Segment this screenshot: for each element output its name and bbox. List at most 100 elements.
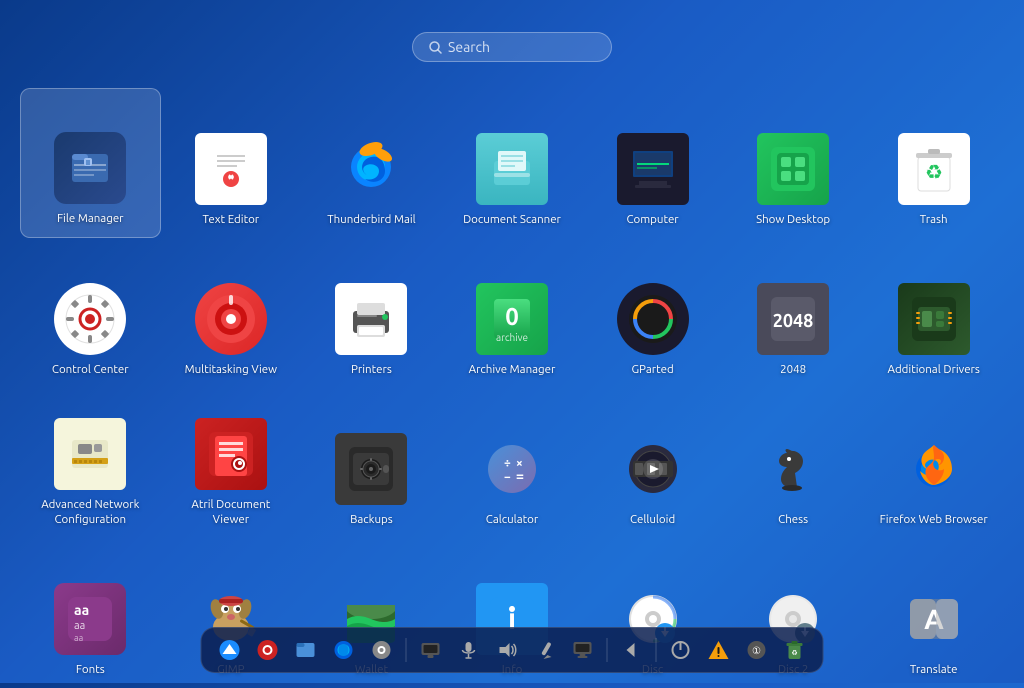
taskbar-warning-icon[interactable] — [703, 634, 735, 666]
printers-label: Printers — [351, 363, 392, 378]
additional-drivers-label: Additional Drivers — [887, 363, 979, 378]
file-manager-icon — [54, 132, 126, 204]
svg-text:archive: archive — [496, 332, 528, 343]
text-editor-icon — [195, 133, 267, 205]
taskbar-screenrecorder-button[interactable] — [252, 634, 284, 666]
2048-label: 2048 — [780, 363, 806, 378]
celluloid-icon — [617, 433, 689, 505]
gparted-icon — [617, 283, 689, 355]
app-document-scanner[interactable]: Document Scanner — [442, 88, 583, 238]
app-backups[interactable]: Backups — [301, 388, 442, 538]
control-center-icon — [54, 283, 126, 355]
gparted-label: GParted — [631, 363, 673, 378]
app-fonts[interactable]: aa aa aa Fonts — [20, 538, 161, 688]
svg-text:♻: ♻ — [791, 649, 797, 657]
app-printers[interactable]: Printers — [301, 238, 442, 388]
file-manager-label: File Manager — [57, 212, 124, 227]
advanced-network-icon — [54, 418, 126, 490]
chess-icon — [757, 433, 829, 505]
text-editor-label: Text Editor — [203, 213, 260, 228]
advanced-network-label: Advanced Network Configuration — [35, 498, 145, 528]
app-additional-drivers[interactable]: Additional Drivers — [863, 238, 1004, 388]
printers-icon — [335, 283, 407, 355]
svg-text:0: 0 — [505, 303, 519, 330]
app-text-editor[interactable]: Text Editor — [161, 88, 302, 238]
taskbar-volume-button[interactable] — [491, 634, 523, 666]
app-thunderbird[interactable]: Thunderbird Mail — [301, 88, 442, 238]
app-multitasking[interactable]: Multitasking View — [161, 238, 302, 388]
app-chess[interactable]: Chess — [723, 388, 864, 538]
celluloid-label: Celluloid — [630, 513, 675, 528]
translate-label: Translate — [910, 663, 958, 678]
taskbar-divider-3 — [656, 638, 657, 662]
document-scanner-label: Document Scanner — [463, 213, 561, 228]
svg-text:aa: aa — [74, 602, 89, 618]
taskbar-divider-1 — [406, 638, 407, 662]
svg-text:÷: ÷ — [504, 457, 511, 470]
trash-label: Trash — [920, 213, 948, 228]
taskbar-badge-button[interactable]: ① — [741, 634, 773, 666]
app-calculator[interactable]: ÷ × − = Calculator — [442, 388, 583, 538]
backups-icon — [335, 433, 407, 505]
firefox-label: Firefox Web Browser — [880, 513, 988, 528]
multitasking-icon — [195, 283, 267, 355]
search-bar[interactable]: Search — [412, 32, 612, 62]
taskbar-files-button[interactable] — [290, 634, 322, 666]
calculator-icon: ÷ × − = — [476, 433, 548, 505]
translate-icon: A — [898, 583, 970, 655]
app-computer[interactable]: Computer — [582, 88, 723, 238]
thunderbird-label: Thunderbird Mail — [327, 213, 415, 228]
multitasking-label: Multitasking View — [185, 363, 277, 378]
svg-text:2048: 2048 — [773, 311, 814, 331]
app-firefox[interactable]: Firefox Web Browser — [863, 388, 1004, 538]
computer-icon — [617, 133, 689, 205]
atril-label: Atril Document Viewer — [176, 498, 286, 528]
trash-icon: ♻ — [898, 133, 970, 205]
taskbar-display-button[interactable] — [567, 634, 599, 666]
taskbar-power-button[interactable] — [665, 634, 697, 666]
fonts-label: Fonts — [76, 663, 105, 678]
computer-label: Computer — [626, 213, 678, 228]
svg-text:aa: aa — [74, 633, 83, 643]
taskbar-back-button[interactable] — [616, 634, 648, 666]
show-desktop-icon — [757, 133, 829, 205]
taskbar: ① ♻ — [201, 627, 824, 673]
svg-text:♻: ♻ — [925, 160, 943, 183]
search-label: Search — [448, 39, 490, 55]
app-file-manager[interactable]: File Manager — [20, 88, 161, 238]
app-grid: File Manager Text Editor — [20, 88, 1004, 688]
app-translate[interactable]: A Translate — [863, 538, 1004, 688]
app-control-center[interactable]: Control Center — [20, 238, 161, 388]
chess-label: Chess — [778, 513, 808, 528]
taskbar-vm-button[interactable] — [415, 634, 447, 666]
taskbar-pen-button[interactable] — [529, 634, 561, 666]
archive-manager-icon: 0 archive — [476, 283, 548, 355]
search-icon — [429, 41, 442, 54]
taskbar-start-button[interactable] — [214, 634, 246, 666]
svg-text:aa: aa — [74, 620, 85, 632]
fonts-icon: aa aa aa — [54, 583, 126, 655]
app-advanced-network[interactable]: Advanced Network Configuration — [20, 388, 161, 538]
app-show-desktop[interactable]: Show Desktop — [723, 88, 864, 238]
document-scanner-icon — [476, 133, 548, 205]
taskbar-microphone-button[interactable] — [453, 634, 485, 666]
app-trash[interactable]: ♻ Trash — [863, 88, 1004, 238]
atril-icon — [195, 418, 267, 490]
svg-text:=: = — [516, 468, 524, 484]
app-atril[interactable]: Atril Document Viewer — [161, 388, 302, 538]
additional-drivers-icon — [898, 283, 970, 355]
firefox-icon — [898, 433, 970, 505]
taskbar-trash-button[interactable]: ♻ — [779, 634, 811, 666]
app-gparted[interactable]: GParted — [582, 238, 723, 388]
taskbar-divider-2 — [607, 638, 608, 662]
archive-manager-label: Archive Manager — [469, 363, 556, 378]
taskbar-browser-button[interactable] — [328, 634, 360, 666]
thunderbird-icon — [335, 133, 407, 205]
taskbar-settings-button[interactable] — [366, 634, 398, 666]
app-archive-manager[interactable]: 0 archive Archive Manager — [442, 238, 583, 388]
app-celluloid[interactable]: Celluloid — [582, 388, 723, 538]
control-center-label: Control Center — [52, 363, 129, 378]
backups-label: Backups — [350, 513, 393, 528]
app-2048[interactable]: 2048 2048 — [723, 238, 864, 388]
show-desktop-label: Show Desktop — [756, 213, 830, 228]
